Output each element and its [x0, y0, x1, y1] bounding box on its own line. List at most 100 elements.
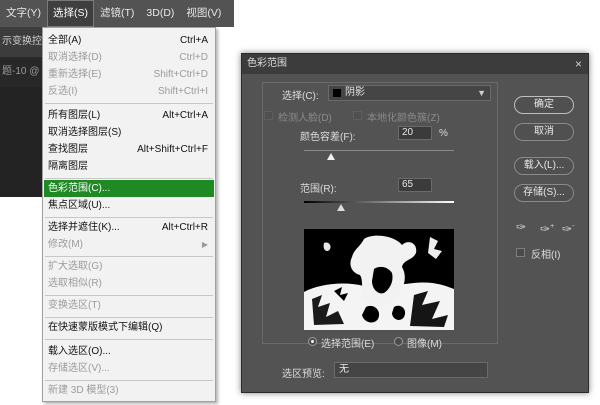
menu-item-new-3d-model[interactable]: 新建 3D 模型(3) [44, 382, 214, 399]
menu-item-label: 重新选择(E) [48, 69, 102, 80]
menu-item-label: 在快速蒙版模式下编辑(Q) [48, 322, 163, 333]
menu-item-label: 焦点区域(U)... [48, 200, 111, 211]
menu-item-reselect[interactable]: 重新选择(E) Shift+Ctrl+D [44, 66, 214, 83]
eyedropper-plus-icon[interactable]: ✑+ [540, 220, 554, 236]
menu-separator [45, 256, 213, 257]
menu-item-label: 所有图层(L) [48, 110, 101, 121]
workspace [0, 87, 42, 197]
menu-item-shortcut: Shift+Ctrl+I [157, 86, 208, 97]
radio-image[interactable] [394, 337, 403, 346]
menu-item-find-layers[interactable]: 查找图层 Alt+Shift+Ctrl+F [44, 141, 214, 158]
fuzziness-unit: % [439, 128, 448, 139]
select-value: 阴影 [345, 87, 365, 98]
menu-item-all-layers[interactable]: 所有图层(L) Alt+Ctrl+A [44, 107, 214, 124]
localized-clusters-checkbox[interactable] [353, 111, 362, 120]
document-tab[interactable]: 题-10 @ [0, 57, 44, 87]
menu-item-save-selection[interactable]: 存储选区(V)... [44, 360, 214, 377]
options-bar: 示变换控件 [0, 27, 44, 57]
menu-item-deselect[interactable]: 取消选择(D) Ctrl+D [44, 49, 214, 66]
menu-item-label: 隔离图层 [48, 161, 88, 172]
menu-item-label: 全部(A) [48, 35, 82, 46]
range-label: 范围(R): [300, 184, 337, 195]
select-dropdown-menu: 全部(A) Ctrl+A 取消选择(D) Ctrl+D 重新选择(E) Shift+C… [42, 27, 216, 402]
select-dropdown[interactable]: 阴影 ▼ [328, 85, 491, 101]
color-range-dialog: 色彩范围 × 选择(C): 阴影 ▼ 检测人脸(D) 本地化颜色簇(Z) 颜色容… [241, 53, 589, 393]
dialog-title: 色彩范围 [242, 54, 588, 74]
menu-item-label: 选择并遮住(K)... [48, 222, 120, 233]
menu-item-shortcut: Alt+Ctrl+R [161, 222, 208, 233]
menu-item-label: 存储选区(V)... [48, 363, 110, 374]
menu-item-focus-area[interactable]: 焦点区域(U)... [44, 197, 214, 214]
menu-separator [45, 217, 213, 218]
range-slider-thumb[interactable] [337, 204, 345, 211]
menu-item-label: 色彩范围(C)... [48, 183, 111, 194]
menu-item-label: 选取相似(R) [48, 278, 102, 289]
eyedropper-minus-icon[interactable]: ✑- [562, 220, 576, 236]
menu-item-similar[interactable]: 选取相似(R) [44, 275, 214, 292]
ok-button[interactable]: 确定 [514, 96, 574, 114]
menu-item-inverse[interactable]: 反选(I) Shift+Ctrl+I [44, 83, 214, 100]
menu-item-shortcut: Alt+Shift+Ctrl+F [137, 144, 208, 155]
menu-item-label: 变换选区(T) [48, 300, 101, 311]
chevron-down-icon: ▼ [477, 88, 486, 98]
menu-item-label: 查找图层 [48, 144, 88, 155]
menu-item-select-and-mask[interactable]: 选择并遮住(K)... Alt+Ctrl+R [44, 219, 214, 236]
menu-item-label: 修改(M) [48, 239, 83, 250]
range-slider-track[interactable] [304, 201, 454, 203]
selection-preview-dropdown[interactable]: 无 [334, 362, 488, 378]
menu-separator [45, 339, 213, 340]
mask-shape [304, 229, 454, 330]
color-swatch [333, 89, 341, 97]
select-label: 选择(C): [282, 91, 319, 102]
radio-selection[interactable] [308, 337, 317, 346]
menu-text[interactable]: 文字(Y) [0, 0, 47, 27]
selection-preview-image [304, 229, 454, 330]
menu-select[interactable]: 选择(S) [47, 0, 94, 27]
menu-item-shortcut: Ctrl+D [179, 52, 208, 63]
invert-label: 反相(I) [531, 250, 561, 261]
menu-item-transform-selection[interactable]: 变换选区(T) [44, 297, 214, 314]
menu-bar: 文字(Y) 选择(S) 滤镜(T) 3D(D) 视图(V) [0, 0, 234, 27]
submenu-arrow-icon: ▶ [201, 240, 208, 249]
range-input[interactable]: 65 [398, 178, 432, 192]
selection-preview-label: 选区预览: [282, 369, 325, 380]
localized-clusters-label: 本地化颜色簇(Z) [367, 113, 440, 124]
invert-checkbox[interactable] [516, 248, 525, 257]
menu-item-load-selection[interactable]: 载入选区(O)... [44, 343, 214, 360]
radio-selection-label: 选择范围(E) [321, 339, 375, 350]
menu-item-label: 载入选区(O)... [48, 346, 111, 357]
menu-separator [45, 295, 213, 296]
close-icon[interactable]: × [575, 54, 582, 74]
menu-item-shortcut: Ctrl+A [179, 35, 208, 46]
menu-3d[interactable]: 3D(D) [140, 0, 180, 27]
fuzziness-input[interactable]: 20 [398, 126, 432, 140]
menu-item-modify[interactable]: 修改(M) ▶ [44, 236, 214, 253]
save-button[interactable]: 存储(S)... [514, 184, 574, 202]
menu-separator [45, 103, 213, 104]
cancel-button[interactable]: 取消 [514, 123, 574, 141]
menu-item-label: 取消选择图层(S) [48, 127, 122, 138]
menu-item-quick-mask[interactable]: 在快速蒙版模式下编辑(Q) [44, 319, 214, 336]
menu-separator [45, 178, 213, 179]
fuzziness-slider-thumb[interactable] [327, 153, 335, 160]
menu-item-isolate-layers[interactable]: 隔离图层 [44, 158, 214, 175]
fuzziness-label: 颜色容差(F): [300, 132, 356, 143]
menu-view[interactable]: 视图(V) [180, 0, 227, 27]
menu-item-label: 取消选择(D) [48, 52, 102, 63]
menu-item-color-range[interactable]: 色彩范围(C)... [44, 180, 214, 197]
menu-filter[interactable]: 滤镜(T) [94, 0, 140, 27]
menu-separator [45, 380, 213, 381]
menu-separator [45, 317, 213, 318]
fuzziness-slider-track[interactable] [304, 150, 454, 151]
radio-image-label: 图像(M) [407, 339, 442, 350]
menu-item-label: 反选(I) [48, 86, 78, 97]
load-button[interactable]: 载入(L)... [514, 157, 574, 175]
menu-item-all[interactable]: 全部(A) Ctrl+A [44, 32, 214, 49]
menu-item-grow[interactable]: 扩大选取(G) [44, 258, 214, 275]
menu-item-shortcut: Alt+Ctrl+A [162, 110, 208, 121]
menu-item-label: 扩大选取(G) [48, 261, 103, 272]
eyedropper-icon[interactable]: ✑ [516, 220, 530, 234]
detect-faces-label: 检测人脸(D) [278, 113, 332, 124]
detect-faces-checkbox[interactable] [264, 111, 273, 120]
menu-item-deselect-layers[interactable]: 取消选择图层(S) [44, 124, 214, 141]
